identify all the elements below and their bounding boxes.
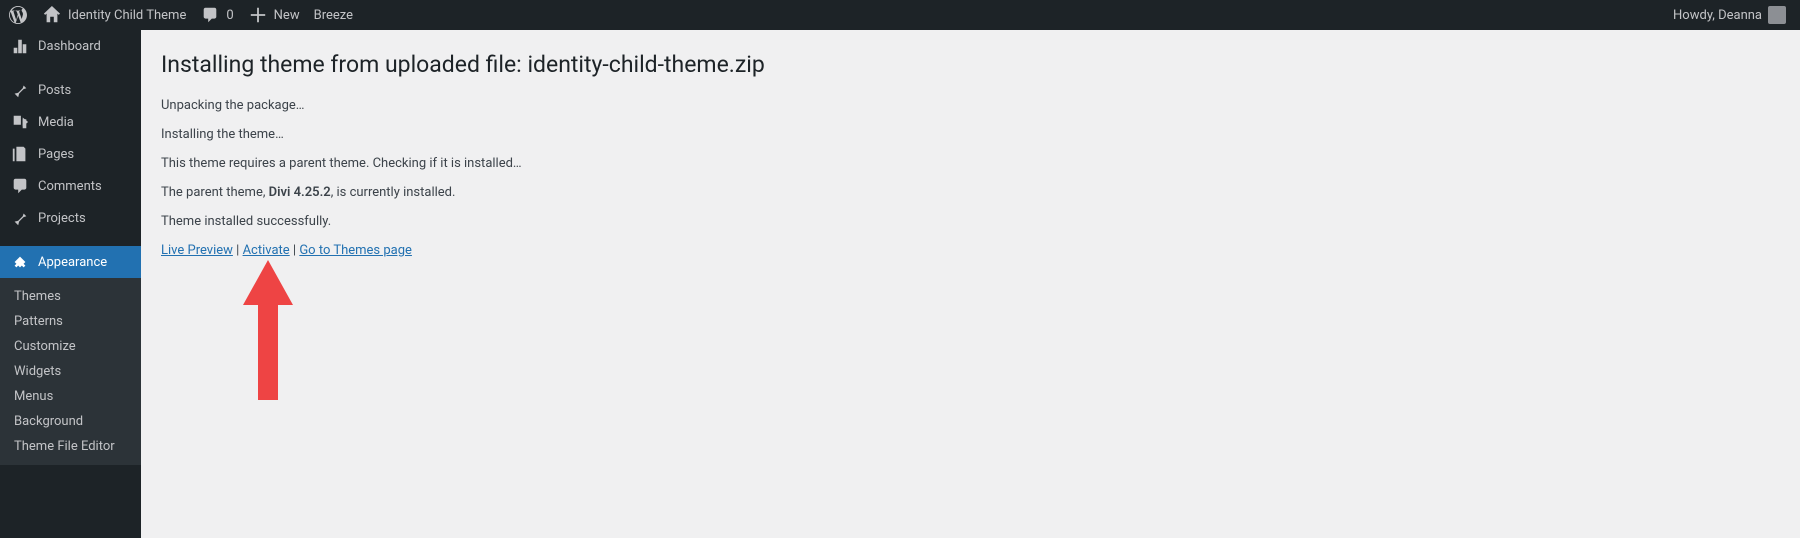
- menu-dashboard[interactable]: Dashboard: [0, 30, 141, 62]
- breeze-link[interactable]: Breeze: [314, 8, 353, 23]
- menu-label: Posts: [38, 83, 71, 98]
- new-label: New: [274, 8, 300, 23]
- status-installing: Installing the theme…: [161, 127, 1780, 142]
- submenu-background[interactable]: Background: [0, 409, 141, 434]
- submenu-patterns[interactable]: Patterns: [0, 309, 141, 334]
- annotation-arrow: [238, 260, 298, 404]
- parent-suffix: , is currently installed.: [331, 185, 456, 200]
- pin-icon: [10, 208, 30, 228]
- comment-icon: [200, 5, 220, 25]
- go-to-themes-link[interactable]: Go to Themes page: [299, 243, 412, 258]
- menu-posts[interactable]: Posts: [0, 74, 141, 106]
- breeze-label: Breeze: [314, 8, 353, 23]
- wordpress-logo[interactable]: [8, 5, 28, 25]
- admin-bar: Identity Child Theme 0 New Breeze Howdy,…: [0, 0, 1800, 30]
- menu-label: Pages: [38, 147, 74, 162]
- live-preview-link[interactable]: Live Preview: [161, 243, 233, 258]
- menu-media[interactable]: Media: [0, 106, 141, 138]
- avatar: [1768, 6, 1786, 24]
- menu-label: Dashboard: [38, 39, 101, 54]
- wordpress-icon: [8, 5, 28, 25]
- appearance-submenu: Themes Patterns Customize Widgets Menus …: [0, 278, 141, 465]
- admin-bar-right: Howdy, Deanna: [1673, 6, 1792, 24]
- appearance-icon: [10, 252, 30, 272]
- main-content: Installing theme from uploaded file: ide…: [141, 30, 1800, 258]
- menu-appearance[interactable]: Appearance: [0, 246, 141, 278]
- home-icon: [42, 5, 62, 25]
- menu-label: Appearance: [38, 255, 107, 270]
- new-link[interactable]: New: [248, 5, 300, 25]
- status-checking: This theme requires a parent theme. Chec…: [161, 156, 1780, 171]
- admin-bar-left: Identity Child Theme 0 New Breeze: [8, 5, 353, 25]
- menu-comments[interactable]: Comments: [0, 170, 141, 202]
- status-success: Theme installed successfully.: [161, 214, 1780, 229]
- pages-icon: [10, 144, 30, 164]
- menu-projects[interactable]: Projects: [0, 202, 141, 234]
- submenu-menus[interactable]: Menus: [0, 384, 141, 409]
- menu-label: Comments: [38, 179, 102, 194]
- plus-icon: [248, 5, 268, 25]
- admin-menu: Dashboard Posts Media Pages Comments Pro…: [0, 30, 141, 538]
- site-name: Identity Child Theme: [68, 8, 186, 23]
- activate-link[interactable]: Activate: [243, 243, 290, 258]
- page-title: Installing theme from uploaded file: ide…: [161, 50, 1780, 80]
- submenu-theme-file-editor[interactable]: Theme File Editor: [0, 434, 141, 459]
- comments-link[interactable]: 0: [200, 5, 233, 25]
- submenu-widgets[interactable]: Widgets: [0, 359, 141, 384]
- parent-prefix: The parent theme,: [161, 185, 269, 200]
- howdy-text: Howdy, Deanna: [1673, 8, 1762, 23]
- comment-icon: [10, 176, 30, 196]
- menu-label: Media: [38, 115, 74, 130]
- submenu-themes[interactable]: Themes: [0, 284, 141, 309]
- action-links: Live Preview | Activate | Go to Themes p…: [161, 243, 1780, 258]
- submenu-customize[interactable]: Customize: [0, 334, 141, 359]
- status-unpacking: Unpacking the package…: [161, 98, 1780, 113]
- status-parent: The parent theme, Divi 4.25.2, is curren…: [161, 185, 1780, 200]
- parent-theme-name: Divi 4.25.2: [269, 185, 331, 200]
- menu-pages[interactable]: Pages: [0, 138, 141, 170]
- site-link[interactable]: Identity Child Theme: [42, 5, 186, 25]
- pin-icon: [10, 80, 30, 100]
- my-account[interactable]: Howdy, Deanna: [1673, 6, 1786, 24]
- menu-label: Projects: [38, 211, 86, 226]
- media-icon: [10, 112, 30, 132]
- dashboard-icon: [10, 36, 30, 56]
- comments-count: 0: [226, 8, 233, 23]
